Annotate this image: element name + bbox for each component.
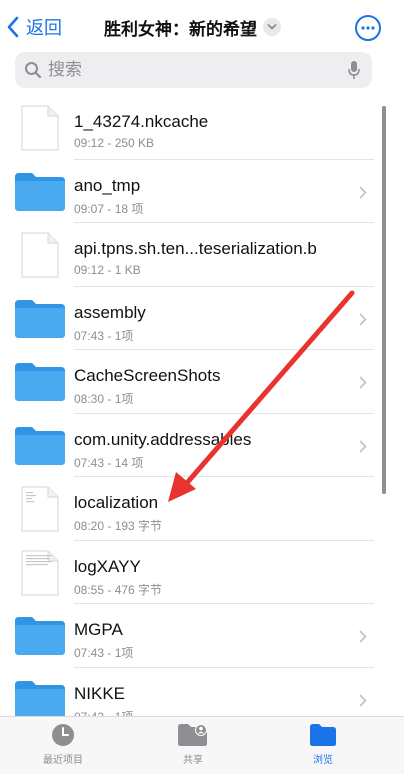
tab-bar: 最近项目 共享 浏览 (0, 716, 404, 774)
folder-icon (14, 613, 66, 659)
folder-icon (14, 169, 66, 215)
folder-name: com.unity.addressables (74, 429, 252, 449)
file-name: api.tpns.sh.ten...teserialization.b (74, 239, 317, 258)
folder-icon (310, 724, 336, 746)
folder-name: MGPA (74, 620, 123, 639)
microphone-icon[interactable] (348, 60, 360, 80)
page-title: 胜利女神：新的希望 (104, 19, 257, 39)
folder-row[interactable]: com.unity.addressables 07:43 - 14 项 (0, 414, 404, 477)
chevron-left-icon (7, 16, 19, 38)
text-document-icon (14, 550, 66, 596)
folder-meta: 07:43 - 1项 (74, 646, 134, 660)
tab-recents[interactable]: 最近项目 (13, 717, 113, 774)
tab-label: 最近项目 (43, 755, 83, 766)
folder-icon (14, 296, 66, 342)
folder-meta: 08:30 - 1项 (74, 392, 134, 406)
folder-title-menu[interactable]: 胜利女神：新的希望 (104, 14, 281, 40)
folder-icon (14, 423, 66, 469)
chevron-right-icon (359, 186, 367, 198)
folder-meta: 07:43 - 14 项 (74, 455, 144, 470)
chevron-right-icon (359, 313, 367, 325)
file-row[interactable]: api.tpns.sh.ten...teserialization.b 09:1… (0, 223, 404, 287)
clock-icon (52, 724, 74, 746)
folder-row[interactable]: MGPA 07:43 - 1项 (0, 604, 404, 668)
files-app-screen: 返回 胜利女神：新的希望 搜索 1_43274.nkcache 09:12 - … (0, 0, 404, 774)
folder-name: ano_tmp (74, 175, 141, 195)
file-name: localization (74, 493, 159, 512)
back-label: 返回 (26, 18, 62, 38)
shared-folder-icon (178, 724, 207, 746)
folder-name: assembly (74, 302, 146, 322)
document-icon (14, 232, 66, 278)
folder-row[interactable]: CacheScreenShots 08:30 - 1项 (0, 350, 404, 414)
folder-meta: 09:07 - 18 项 (74, 201, 144, 216)
search-icon (25, 62, 42, 79)
file-meta: 08:55 - 476 字节 (74, 582, 163, 597)
file-name: logXAYY (74, 556, 141, 576)
tab-label: 共享 (183, 755, 203, 766)
tab-shared[interactable]: 共享 (143, 717, 243, 774)
chevron-right-icon (359, 694, 367, 706)
file-meta: 09:12 - 1 KB (74, 263, 141, 277)
chevron-right-icon (359, 440, 367, 452)
back-button[interactable]: 返回 (6, 14, 62, 40)
chevron-right-icon (359, 630, 367, 643)
folder-icon (14, 359, 66, 405)
file-row[interactable]: localization 08:20 - 193 字节 (0, 477, 404, 541)
text-document-icon (14, 486, 66, 532)
document-icon (14, 105, 66, 151)
tab-browse[interactable]: 浏览 (273, 717, 373, 774)
search-input[interactable] (48, 60, 348, 80)
folder-row[interactable]: ano_tmp 09:07 - 18 项 (0, 160, 404, 223)
chevron-right-icon (359, 376, 367, 389)
folder-meta: 07:43 - 1项 (74, 328, 134, 343)
file-list: 1_43274.nkcache 09:12 - 250 KB ano_tmp 0… (0, 96, 404, 731)
folder-row[interactable]: assembly 07:43 - 1项 (0, 287, 404, 350)
file-name: 1_43274.nkcache (74, 112, 209, 131)
folder-name: NIKKE (74, 683, 126, 703)
navigation-bar: 返回 胜利女神：新的希望 (0, 0, 404, 52)
folder-name: CacheScreenShots (74, 366, 221, 385)
chevron-down-icon (263, 18, 281, 36)
file-meta: 08:20 - 193 字节 (74, 519, 163, 533)
file-row[interactable]: 1_43274.nkcache 09:12 - 250 KB (0, 96, 404, 160)
ellipsis-icon (361, 26, 375, 30)
file-row[interactable]: logXAYY 08:55 - 476 字节 (0, 541, 404, 604)
more-options-button[interactable] (355, 15, 381, 41)
file-meta: 09:12 - 250 KB (74, 136, 155, 150)
search-bar[interactable] (15, 52, 372, 88)
tab-label: 浏览 (313, 755, 333, 766)
scrollbar[interactable] (382, 106, 386, 494)
